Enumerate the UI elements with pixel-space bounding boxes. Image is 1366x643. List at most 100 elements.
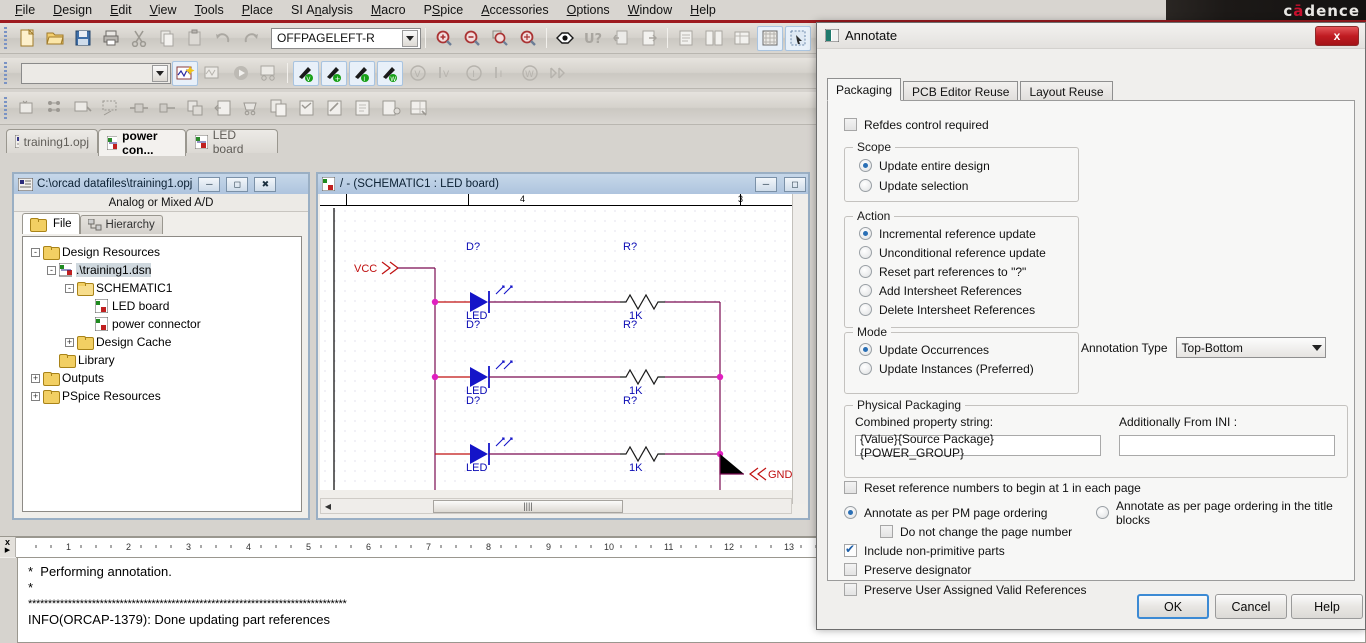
- menu-item-help[interactable]: Help: [681, 1, 725, 19]
- project-window-titlebar[interactable]: C:\orcad datafiles\training1.opj ─ ◻ ✖: [14, 174, 308, 194]
- paste-icon[interactable]: [182, 26, 208, 51]
- tree-item-design-cache[interactable]: + Design Cache: [27, 333, 297, 351]
- radio-button[interactable]: [859, 284, 872, 297]
- menu-item-si-analysis[interactable]: SI Analysis: [282, 1, 362, 19]
- tree-toggle[interactable]: -: [65, 283, 74, 293]
- schematic-titlebar[interactable]: / - (SCHEMATIC1 : LED board) ─ ◻: [318, 174, 808, 194]
- menu-item-view[interactable]: View: [141, 1, 186, 19]
- radio-reset-part-references[interactable]: Reset part references to "?": [859, 262, 1078, 281]
- new-icon[interactable]: [14, 26, 40, 51]
- preserve-designator-checkbox[interactable]: Preserve designator: [844, 560, 971, 579]
- radio-update-instances[interactable]: Update Instances (Preferred): [859, 359, 1078, 378]
- tree-toggle[interactable]: +: [31, 391, 40, 401]
- radio-annotate-per-title-block-ordering[interactable]: Annotate as per page ordering in the tit…: [1096, 499, 1354, 527]
- menu-item-pspice[interactable]: PSpice: [415, 1, 473, 19]
- radio-update-entire-design[interactable]: Update entire design: [859, 156, 1078, 175]
- menu-item-tools[interactable]: Tools: [186, 1, 233, 19]
- undo-icon[interactable]: [210, 26, 236, 51]
- tree-toggle[interactable]: +: [31, 373, 40, 383]
- checkbox-box[interactable]: [844, 583, 857, 596]
- tree-item-pspice-resources[interactable]: + PSpice Resources: [27, 387, 297, 405]
- minimize-button[interactable]: ─: [198, 176, 221, 192]
- checkbox-box[interactable]: [844, 118, 857, 131]
- tree-item-library[interactable]: Library: [27, 351, 297, 369]
- tree-item-design-resources[interactable]: - Design Resources: [27, 243, 297, 261]
- additionally-from-ini-input[interactable]: [1119, 435, 1335, 456]
- radio-delete-intersheet-references[interactable]: Delete Intersheet References: [859, 300, 1078, 319]
- schematic-canvas[interactable]: VCC D? R? LED 1K D? R? LED 1K D? R? LED …: [320, 206, 794, 490]
- close-button[interactable]: x: [1315, 26, 1359, 46]
- restore-button[interactable]: ◻: [226, 176, 249, 192]
- menu-item-macro[interactable]: Macro: [362, 1, 415, 19]
- project-tree[interactable]: - Design Resources - .\training1.dsn - S…: [22, 236, 302, 512]
- menu-item-edit[interactable]: Edit: [101, 1, 141, 19]
- menu-item-place[interactable]: Place: [233, 1, 282, 19]
- chevron-down-icon[interactable]: [1311, 344, 1322, 351]
- design-rules-icon[interactable]: [673, 26, 699, 51]
- tree-toggle[interactable]: -: [31, 247, 40, 257]
- radio-update-occurrences[interactable]: Update Occurrences: [859, 340, 1078, 359]
- radio-button[interactable]: [859, 159, 872, 172]
- scroll-left-icon[interactable]: ◀: [321, 499, 335, 513]
- checkbox-box[interactable]: [880, 525, 893, 538]
- include-non-primitive-parts-checkbox[interactable]: Include non-primitive parts: [844, 541, 1005, 560]
- radio-incremental-reference-update[interactable]: Incremental reference update: [859, 224, 1078, 243]
- expand-icon[interactable]: ▶: [5, 547, 10, 555]
- combined-property-input[interactable]: {Value}{Source Package}{POWER_GROUP}: [855, 432, 1101, 460]
- place-hier-pin-icon[interactable]: [322, 96, 348, 121]
- preserve-user-assigned-valid-references-checkbox[interactable]: Preserve User Assigned Valid References: [844, 580, 1087, 599]
- voltage-diff-marker-icon[interactable]: +: [321, 60, 347, 86]
- marker-advanced-icon[interactable]: [545, 61, 571, 86]
- select-area-icon[interactable]: [785, 25, 811, 51]
- dialog-titlebar[interactable]: Annotate x: [817, 23, 1365, 49]
- view-sim-results-icon[interactable]: [256, 61, 282, 86]
- export-icon[interactable]: [636, 26, 662, 51]
- schematic-horizontal-scrollbar[interactable]: ◀ ||||: [320, 498, 792, 514]
- save-icon[interactable]: [70, 26, 96, 51]
- tab-hierarchy[interactable]: Hierarchy: [79, 215, 163, 234]
- cancel-button[interactable]: Cancel: [1215, 594, 1287, 619]
- place-junction-icon[interactable]: [126, 96, 152, 121]
- tree-item-schematic1[interactable]: - SCHEMATIC1: [27, 279, 297, 297]
- voltage-marker-icon[interactable]: V: [293, 60, 319, 86]
- menu-item-design[interactable]: Design: [44, 1, 101, 19]
- session-log-close-button[interactable]: x ▶: [0, 537, 16, 557]
- watt-icon[interactable]: W: [517, 61, 543, 86]
- place-bus-icon[interactable]: [98, 96, 124, 121]
- current-marker-icon[interactable]: I: [349, 60, 375, 86]
- restore-button[interactable]: ◻: [784, 176, 806, 192]
- radio-button[interactable]: [859, 265, 872, 278]
- enable-voltage-bias-icon[interactable]: V: [405, 61, 431, 86]
- radio-button[interactable]: [859, 303, 872, 316]
- tree-item-led-board[interactable]: LED board: [27, 297, 297, 315]
- place-no-connect-icon[interactable]: [350, 96, 376, 121]
- new-simulation-icon[interactable]: [172, 60, 198, 86]
- toolbar-gripper[interactable]: [2, 62, 10, 84]
- eye-icon[interactable]: [552, 26, 578, 51]
- checkbox-box[interactable]: [844, 542, 857, 557]
- zoom-area-icon[interactable]: [487, 26, 513, 51]
- tree-toggle[interactable]: -: [47, 265, 56, 275]
- toolbar-gripper[interactable]: [2, 27, 10, 49]
- tree-item-training1-dsn[interactable]: - .\training1.dsn: [27, 261, 297, 279]
- radio-button[interactable]: [859, 179, 872, 192]
- place-wire-icon[interactable]: [42, 96, 68, 121]
- cut-icon[interactable]: [126, 26, 152, 51]
- tree-toggle[interactable]: +: [65, 337, 74, 347]
- menu-bar[interactable]: File Design Edit View Tools Place SI Ana…: [0, 0, 725, 20]
- zoom-all-icon[interactable]: [515, 26, 541, 51]
- menu-item-window[interactable]: Window: [619, 1, 681, 19]
- menu-item-accessories[interactable]: Accessories: [472, 1, 557, 19]
- menu-item-options[interactable]: Options: [558, 1, 619, 19]
- radio-button[interactable]: [844, 506, 857, 519]
- copy-icon[interactable]: [154, 26, 180, 51]
- current-level-icon[interactable]: I: [461, 61, 487, 86]
- zoom-in-icon[interactable]: [431, 26, 457, 51]
- help-button[interactable]: Help: [1291, 594, 1363, 619]
- reset-reference-numbers-checkbox[interactable]: Reset reference numbers to begin at 1 in…: [844, 478, 1141, 497]
- checkbox-box[interactable]: [844, 563, 857, 576]
- place-ground-icon[interactable]: [210, 96, 236, 121]
- backannotate-icon[interactable]: [608, 26, 634, 51]
- run-icon[interactable]: [228, 61, 254, 86]
- radio-update-selection[interactable]: Update selection: [859, 176, 1078, 195]
